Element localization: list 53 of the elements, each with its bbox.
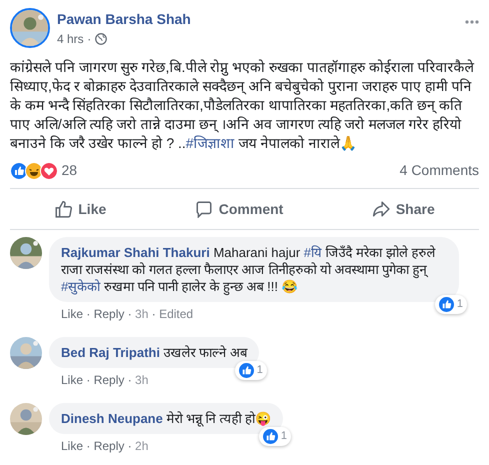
like-icon xyxy=(262,429,278,444)
like-icon xyxy=(238,363,254,378)
comment-action-link[interactable]: Like xyxy=(61,439,84,453)
share-arrow-icon xyxy=(372,200,390,218)
speech-bubble-icon xyxy=(194,200,213,218)
comment-action-link[interactable]: Reply xyxy=(94,439,124,453)
comment-action-link[interactable]: Reply xyxy=(94,307,124,321)
comment-text: Rajkumar Shahi Thakuri Maharani hajur #यि जिउँदै मरेका झोले हरुले राजा राजसंस्था को गलत हल्ला फैलाएर आज तिनीहरुको यो अवस्थामा पुगेका हुन् #सुकेको रुखमा पनि पानी हालेर के हुन्छ अब !!! 😂 xyxy=(61,245,436,294)
like-icon xyxy=(438,297,454,312)
separator-dot: · xyxy=(150,307,157,321)
comment-reaction[interactable]: 1 xyxy=(434,295,467,314)
commenter-name[interactable]: Bed Raj Tripathi xyxy=(61,345,160,360)
comment-action-link[interactable]: Like xyxy=(61,307,84,321)
separator-dot: · xyxy=(85,373,92,387)
edited-label: Edited xyxy=(159,307,194,321)
comment-text: Bed Raj Tripathi उखलेर फाल्ने अब xyxy=(61,345,247,360)
hashtag-link[interactable]: #सुकेको xyxy=(61,279,100,294)
commenter-name[interactable]: Dinesh Neupane xyxy=(61,411,163,426)
separator-dot: · xyxy=(126,307,133,321)
comment-time[interactable]: 2h xyxy=(135,439,148,453)
thumbs-up-icon xyxy=(54,200,72,218)
hashtag-link[interactable]: #जिज्ञाशा xyxy=(186,135,235,151)
comment-action-link[interactable]: Reply xyxy=(94,373,124,387)
separator-dot: · xyxy=(85,307,92,321)
comment-action-link[interactable]: Like xyxy=(61,373,84,387)
comment-time[interactable]: 3h xyxy=(135,307,148,321)
commenter-name[interactable]: Rajkumar Shahi Thakuri xyxy=(61,245,210,260)
author-name[interactable]: Pawan Barsha Shah xyxy=(57,8,458,30)
commenter-avatar[interactable] xyxy=(10,403,42,435)
comment-button[interactable]: Comment xyxy=(184,192,294,226)
share-button[interactable]: Share xyxy=(362,192,445,226)
like-button[interactable]: Like xyxy=(44,192,116,226)
commenter-avatar[interactable] xyxy=(10,337,42,369)
separator-dot: · xyxy=(87,30,92,48)
separator-dot: · xyxy=(85,439,92,453)
more-icon xyxy=(465,20,479,24)
separator-dot: · xyxy=(126,373,133,387)
avatar[interactable] xyxy=(10,8,50,48)
reaction-count[interactable]: 28 xyxy=(62,160,78,181)
laughing-face-icon xyxy=(25,162,43,180)
hashtag-link[interactable]: #यि xyxy=(304,245,322,260)
separator-dot: · xyxy=(126,439,133,453)
comments-count[interactable]: 4 Comments xyxy=(400,160,479,181)
comment-reaction[interactable]: 1 xyxy=(234,361,267,380)
comment-reaction[interactable]: 1 xyxy=(258,427,291,446)
like-icon xyxy=(10,162,28,180)
commenter-avatar[interactable] xyxy=(10,237,42,269)
heart-icon xyxy=(40,162,58,180)
post-text: कांग्रेसले पनि जागरण सुरु गरेछ,बि.पीले रोप्नु भएको रुखका पातहॉगाहरु कोईराला परिवारकैले सिध्याए,फेद र बोक्राहरु देउवातिरकाले सक्दैछन् अनि बचेबुचेको पुराना जराहरु पाए हामी पनि के कम भन्दै सिंहतिरका सिटौलातिरका,पौडेलतिरका थापातिरका महततिरका,कति छन् कति पाए अलि/अलि त्यहि जरो तान्ने दाउमा छन् ।अनि अव जागरण त्यहि जरो मलजल गरेर हरियो बनाउने कि जरै उखेर फाल्ने हो ? ..#जिज्ञाशा जय नेपालको नाराले🙏 xyxy=(10,58,476,153)
comment-time[interactable]: 3h xyxy=(135,373,148,387)
reaction-icons[interactable] xyxy=(10,162,58,180)
post-time[interactable]: 4 hrs xyxy=(57,30,84,48)
comment-text: Dinesh Neupane मेरो भन्नू नि त्यही हो😜 xyxy=(61,411,271,426)
